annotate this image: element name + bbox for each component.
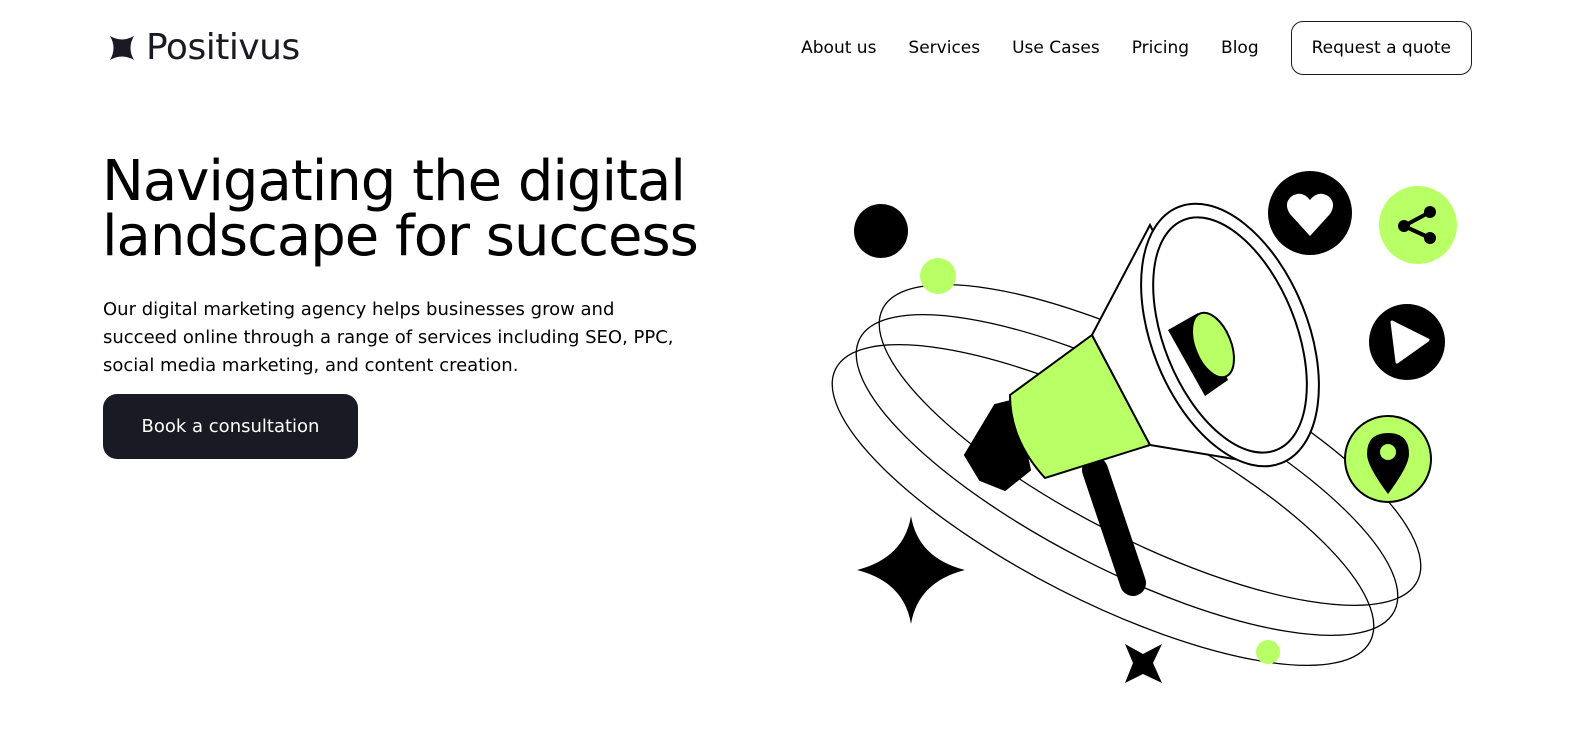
- black-dot: [854, 204, 908, 258]
- four-point-star-icon: [857, 516, 965, 624]
- megaphone-illustration: [831, 171, 1457, 683]
- asterisk-star-icon: [110, 36, 134, 60]
- share-bubble-circle: [1379, 186, 1457, 264]
- green-dot: [1256, 640, 1280, 664]
- book-consultation-button[interactable]: Book a consultation: [103, 394, 358, 459]
- location-bubble: [1344, 415, 1432, 503]
- nav-item-use-cases[interactable]: Use Cases: [1012, 38, 1100, 58]
- heart-bubble: [1268, 171, 1352, 255]
- nav-item-about-us[interactable]: About us: [801, 38, 876, 58]
- location-pin-dot: [1380, 444, 1396, 460]
- brand-name: Positivus: [146, 27, 300, 68]
- play-bubble: [1369, 304, 1445, 380]
- green-dot: [920, 258, 956, 294]
- main-nav: About us Services Use Cases Pricing Blog…: [801, 21, 1472, 75]
- hero-description: Our digital marketing agency helps busin…: [103, 299, 674, 376]
- share-bubble: [1379, 186, 1457, 264]
- four-point-star-icon: [1125, 644, 1162, 683]
- hero-title: Navigating the digital landscape for suc…: [102, 149, 699, 269]
- request-quote-button[interactable]: Request a quote: [1290, 21, 1472, 75]
- nav-item-services[interactable]: Services: [908, 38, 980, 58]
- nav-item-blog[interactable]: Blog: [1221, 38, 1259, 58]
- nav-item-pricing[interactable]: Pricing: [1132, 38, 1189, 58]
- landing-page: Positivus About us Services Use Cases Pr…: [0, 0, 1576, 735]
- brand-logo[interactable]: Positivus: [108, 26, 300, 70]
